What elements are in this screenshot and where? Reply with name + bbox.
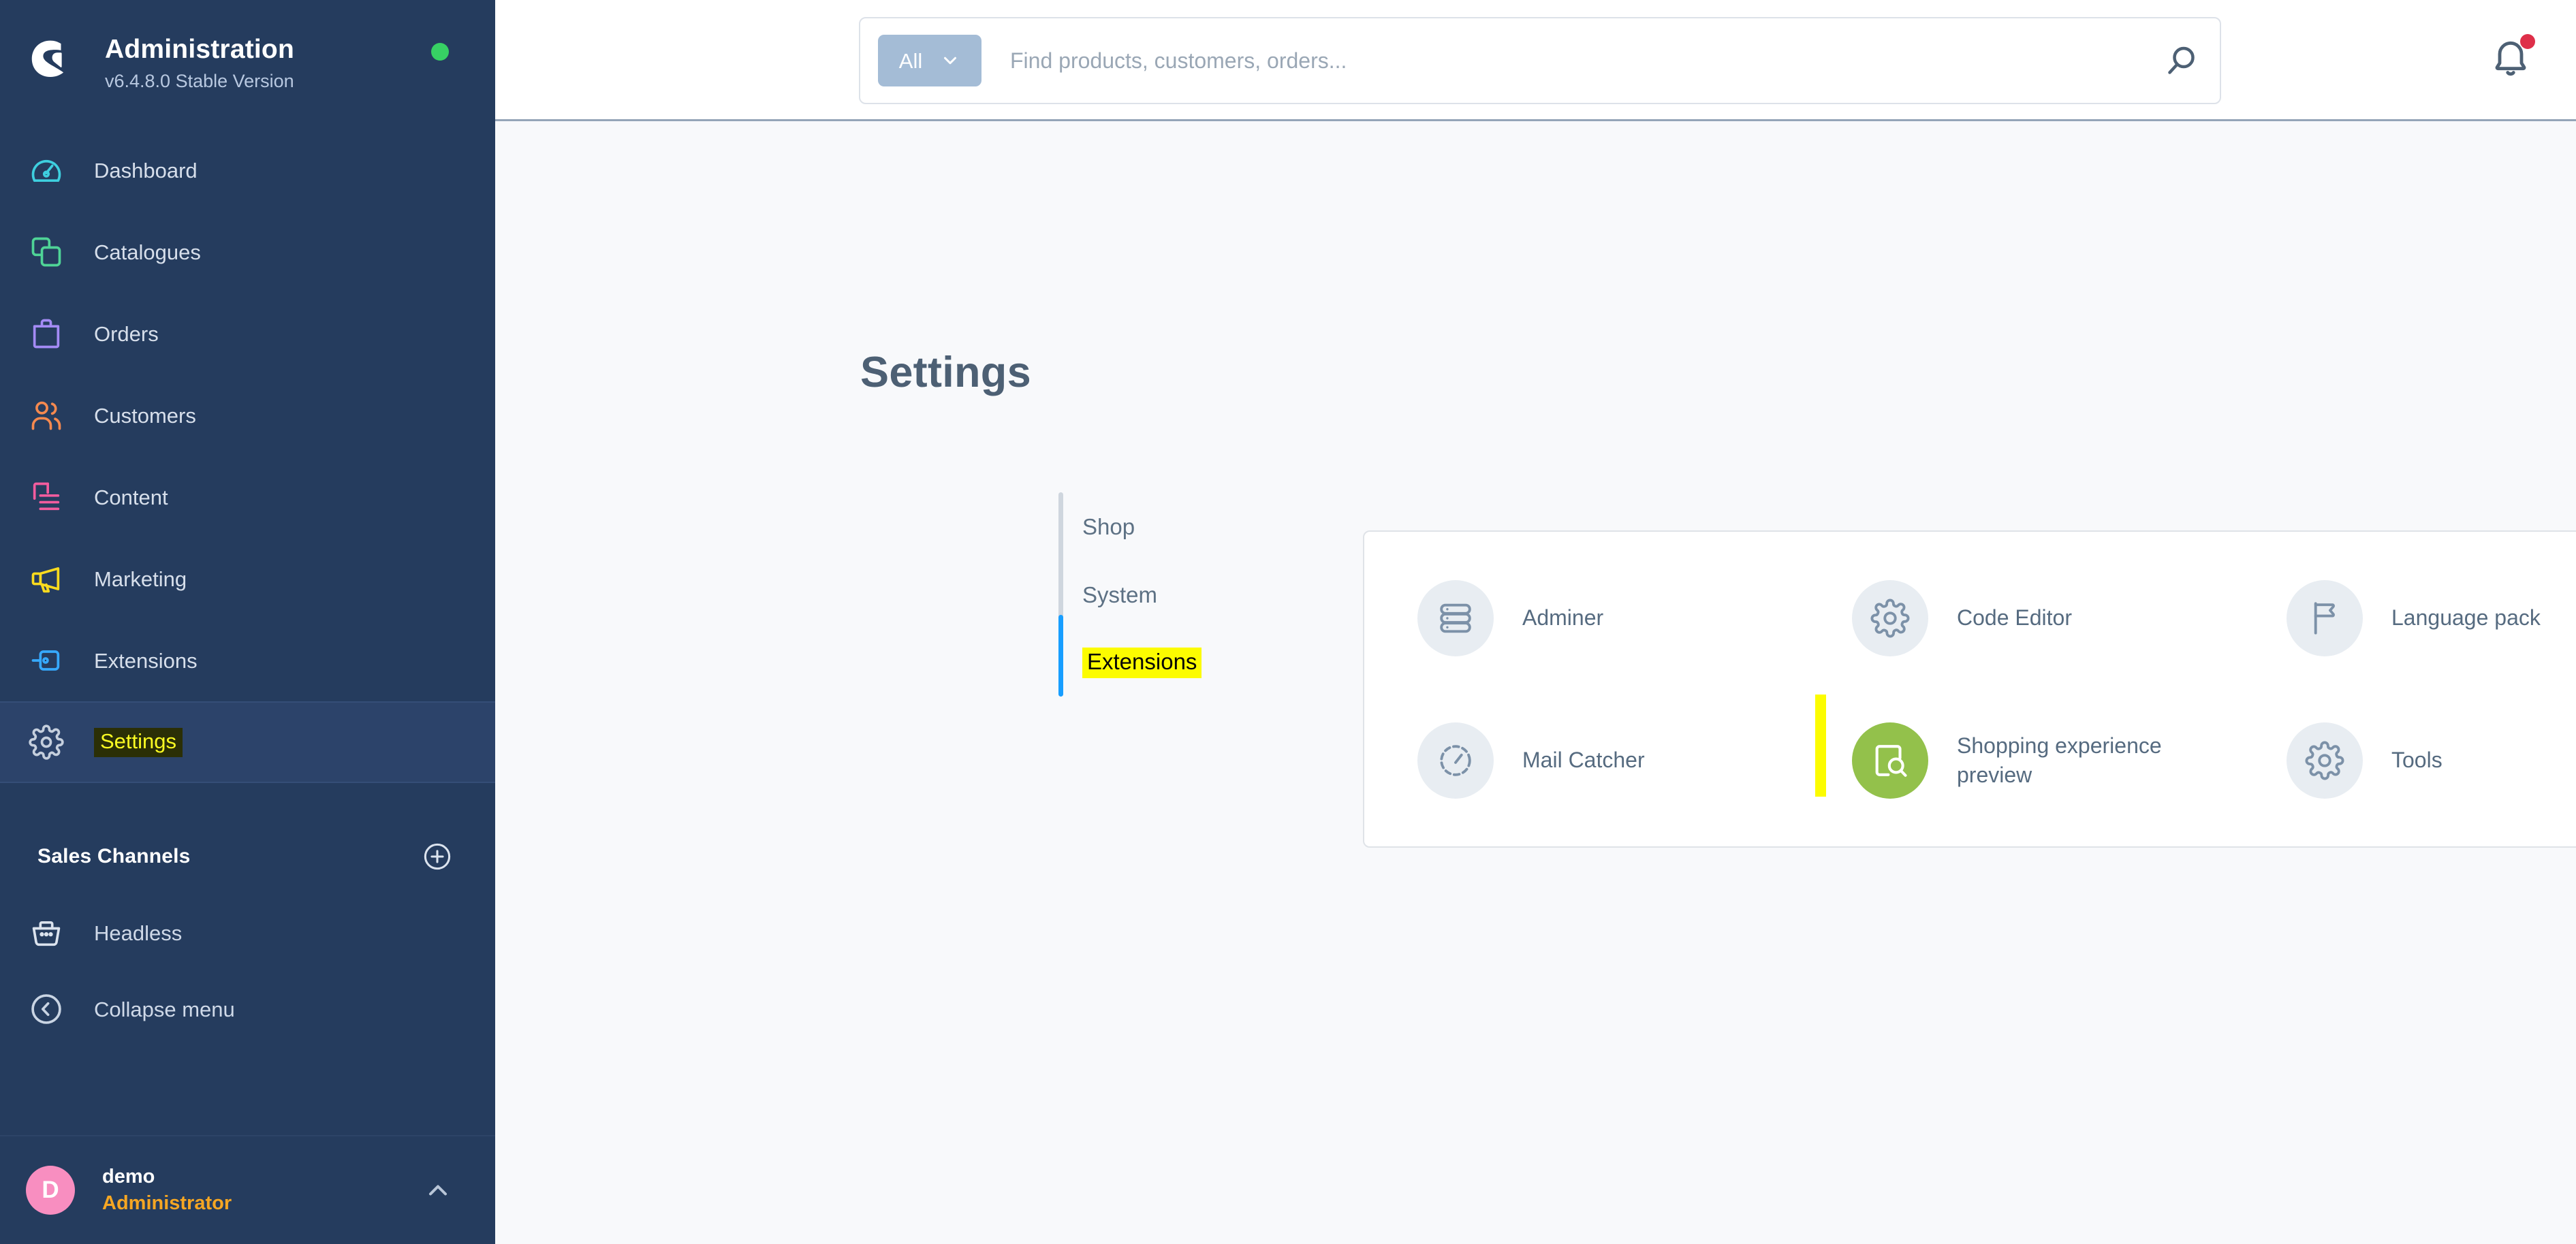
sales-channels-header: Sales Channels bbox=[0, 818, 495, 895]
chevron-left-circle-icon bbox=[27, 990, 65, 1028]
gauge-icon bbox=[27, 151, 65, 189]
avatar: D bbox=[26, 1166, 75, 1215]
settings-item-tools[interactable]: Tools bbox=[2261, 689, 2576, 831]
sidebar-item-content[interactable]: Content bbox=[0, 456, 495, 538]
settings-item-mail-catcher[interactable]: Mail Catcher bbox=[1392, 689, 1826, 831]
user-role: Administrator bbox=[102, 1192, 232, 1214]
sidebar-item-label: Dashboard bbox=[94, 158, 198, 182]
gear-icon bbox=[2287, 722, 2363, 799]
plus-circle-icon[interactable] bbox=[422, 841, 453, 872]
flag-icon bbox=[2287, 579, 2363, 656]
sidebar-item-label: Marketing bbox=[94, 567, 187, 591]
user-name: demo bbox=[102, 1165, 155, 1187]
plug-icon bbox=[27, 641, 65, 680]
main-navigation: Dashboard Catalogues Orders Customers Co… bbox=[0, 121, 495, 783]
layers-icon bbox=[27, 233, 65, 271]
app-root: Administration v6.4.8.0 Stable Version D… bbox=[0, 0, 2576, 1244]
sidebar-item-label: Orders bbox=[94, 321, 159, 346]
gear-icon bbox=[1852, 579, 1928, 656]
settings-tab-rail: Shop System Extensions bbox=[1058, 492, 1290, 697]
search-scope-dropdown[interactable]: All bbox=[878, 35, 981, 86]
user-meta: demo Administrator bbox=[102, 1164, 423, 1217]
sidebar-item-dashboard[interactable]: Dashboard bbox=[0, 129, 495, 211]
highlight-marker bbox=[1815, 695, 1826, 797]
user-menu-button[interactable]: D demo Administrator bbox=[0, 1135, 495, 1244]
megaphone-icon bbox=[27, 560, 65, 598]
sidebar-item-customers[interactable]: Customers bbox=[0, 374, 495, 456]
basket-icon bbox=[27, 914, 65, 952]
sidebar-item-label: Catalogues bbox=[94, 240, 201, 264]
settings-items-grid: Adminer Code Editor Language pack Mail C… bbox=[1364, 532, 2576, 846]
page-title: Settings bbox=[860, 349, 1031, 396]
notification-badge bbox=[2520, 34, 2535, 49]
settings-item-label: Tools bbox=[2391, 748, 2443, 773]
settings-item-label: Code Editor bbox=[1957, 605, 2072, 631]
search-scope-label: All bbox=[898, 48, 923, 73]
sidebar: Administration v6.4.8.0 Stable Version D… bbox=[0, 0, 495, 1244]
settings-item-label: Mail Catcher bbox=[1522, 748, 1645, 773]
sidebar-item-marketing[interactable]: Marketing bbox=[0, 538, 495, 620]
brand-header[interactable]: Administration v6.4.8.0 Stable Version bbox=[0, 0, 495, 121]
collapse-menu-label: Collapse menu bbox=[94, 997, 235, 1021]
sidebar-item-orders[interactable]: Orders bbox=[0, 293, 495, 374]
chevron-up-icon[interactable] bbox=[423, 1175, 453, 1205]
sidebar-item-label: Content bbox=[94, 485, 168, 509]
sidebar-item-label: Extensions bbox=[94, 648, 198, 673]
settings-item-label: Language pack bbox=[2391, 605, 2541, 631]
sidebar-item-headless[interactable]: Headless bbox=[0, 895, 495, 971]
tab-label: System bbox=[1082, 581, 1158, 607]
database-icon bbox=[1417, 579, 1494, 656]
content-region: All Find products, customers, orders... … bbox=[495, 0, 2576, 1244]
main-content: Settings Shop System Extensions Adminer … bbox=[495, 121, 2576, 1244]
status-dot bbox=[431, 43, 449, 61]
chevron-down-icon bbox=[940, 50, 960, 71]
brand-version: v6.4.8.0 Stable Version bbox=[105, 70, 294, 91]
sidebar-item-label: Settings bbox=[94, 727, 183, 757]
global-search[interactable]: All bbox=[859, 17, 2221, 104]
tab-label: Shop bbox=[1082, 513, 1135, 539]
sidebar-item-settings[interactable]: Settings bbox=[0, 701, 495, 783]
tab-shop[interactable]: Shop bbox=[1058, 492, 1290, 560]
settings-item-shopping-experience-preview[interactable]: Shopping experience preview bbox=[1815, 689, 2261, 831]
brand-text: Administration v6.4.8.0 Stable Version bbox=[105, 33, 294, 92]
gear-icon bbox=[27, 723, 65, 761]
page-search-icon bbox=[1852, 722, 1928, 799]
search-icon[interactable] bbox=[2161, 40, 2202, 81]
gauge-icon bbox=[1417, 722, 1494, 799]
settings-item-language-pack[interactable]: Language pack bbox=[2261, 547, 2576, 689]
tab-label: Extensions bbox=[1082, 647, 1202, 678]
sidebar-item-label: Customers bbox=[94, 403, 196, 428]
tab-extensions[interactable]: Extensions bbox=[1058, 628, 1290, 697]
brand-title: Administration bbox=[105, 35, 294, 64]
settings-item-code-editor[interactable]: Code Editor bbox=[1826, 547, 2261, 689]
notifications-button[interactable] bbox=[2489, 34, 2536, 82]
search-input[interactable] bbox=[1010, 48, 2148, 74]
topbar: All bbox=[495, 0, 2576, 121]
settings-item-adminer[interactable]: Adminer bbox=[1392, 547, 1826, 689]
sidebar-item-label: Headless bbox=[94, 921, 183, 945]
tab-system[interactable]: System bbox=[1058, 560, 1290, 628]
sales-channels-title: Sales Channels bbox=[37, 845, 191, 867]
settings-item-label: Adminer bbox=[1522, 605, 1604, 631]
tab-active-indicator bbox=[1058, 615, 1063, 697]
bag-icon bbox=[27, 315, 65, 353]
collapse-menu-button[interactable]: Collapse menu bbox=[0, 971, 495, 1047]
people-icon bbox=[27, 396, 65, 434]
content-icon bbox=[27, 478, 65, 516]
settings-items-card: Adminer Code Editor Language pack Mail C… bbox=[1363, 530, 2576, 848]
settings-item-label: Shopping experience preview bbox=[1957, 733, 2162, 787]
sidebar-item-extensions[interactable]: Extensions bbox=[0, 620, 495, 701]
shopware-logo-icon bbox=[27, 34, 76, 83]
sidebar-item-catalogues[interactable]: Catalogues bbox=[0, 211, 495, 293]
